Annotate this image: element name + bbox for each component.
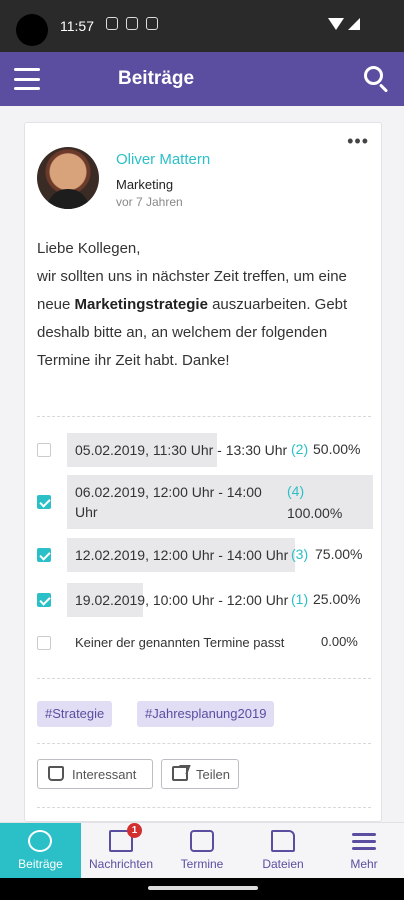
avatar[interactable] — [37, 147, 99, 209]
divider — [37, 743, 371, 744]
status-time: 11:57 — [60, 18, 94, 34]
divider — [37, 678, 371, 679]
calendar-icon — [190, 830, 214, 852]
gesture-area — [0, 878, 404, 900]
menu-icon — [352, 830, 376, 852]
poll-option-label: Keiner der genannten Termine passt — [75, 635, 285, 650]
app-bar: Beiträge — [0, 52, 404, 106]
poll-option[interactable]: 06.02.2019, 12:00 Uhr - 14:00 Uhr (4) 10… — [37, 473, 373, 531]
poll-option-percent: 0.00% — [321, 634, 358, 649]
nav-item-messages[interactable]: 1 Nachrichten — [81, 823, 161, 879]
wifi-icon — [328, 18, 344, 30]
share-button[interactable]: Teilen — [161, 759, 239, 789]
thumbs-up-icon — [48, 766, 64, 781]
status-right — [328, 18, 360, 30]
poll-option-count: (1) — [291, 591, 309, 607]
signal-icon — [348, 18, 360, 30]
nav-item-appointments[interactable]: Termine — [162, 823, 242, 879]
nav-item-more[interactable]: Mehr — [324, 823, 404, 879]
post-body: Liebe Kollegen, wir sollten uns in nächs… — [37, 235, 373, 375]
author-name[interactable]: Oliver Mattern — [116, 151, 210, 168]
home-gesture-bar[interactable] — [148, 886, 258, 890]
nav-label: Nachrichten — [88, 857, 154, 871]
poll-checkbox-checked[interactable] — [37, 495, 51, 509]
nav-label: Termine — [180, 857, 224, 871]
shield-icon — [126, 17, 138, 30]
tag-strategie[interactable]: #Strategie — [37, 701, 113, 727]
bottom-navigation: Beiträge 1 Nachrichten Termine Dateien M… — [0, 822, 404, 879]
poll-option[interactable]: 12.02.2019, 12:00 Uhr - 14:00 Uhr (3) 75… — [37, 536, 373, 574]
poll-option-percent: 50.00% — [313, 441, 361, 457]
poll-option-count: (3) — [291, 546, 309, 562]
camera-cutout — [16, 14, 48, 46]
divider — [37, 416, 371, 417]
status-bar: 11:57 — [0, 0, 404, 52]
page-title: Beiträge — [118, 68, 195, 89]
poll-option-label: 05.02.2019, 11:30 Uhr - 13:30 Uhr — [75, 442, 288, 458]
nav-item-posts[interactable]: Beiträge — [0, 823, 81, 879]
folder-icon — [271, 830, 295, 852]
poll-checkbox[interactable] — [37, 636, 51, 650]
post-card: ••• Oliver Mattern Marketing vor 7 Jahre… — [24, 122, 382, 822]
interesting-button[interactable]: Interessant — [37, 759, 153, 789]
nav-label: Mehr — [350, 857, 378, 871]
poll-checkbox-checked[interactable] — [37, 548, 51, 562]
post-highlight: Marketingstrategie — [74, 296, 208, 313]
poll-option[interactable]: 05.02.2019, 11:30 Uhr - 13:30 Uhr (2) 50… — [37, 431, 373, 467]
posts-icon — [28, 830, 52, 852]
poll-checkbox-checked[interactable] — [37, 593, 51, 607]
more-options-icon[interactable]: ••• — [347, 132, 369, 150]
poll-option-percent: 25.00% — [313, 591, 361, 607]
poll-option-percent: 75.00% — [315, 546, 363, 562]
post-timestamp: vor 7 Jahren — [116, 195, 183, 209]
poll-option-label: 19.02.2019, 10:00 Uhr - 12:00 Uhr — [75, 592, 289, 608]
poll-option[interactable]: Keiner der genannten Termine passt 0.00% — [37, 628, 373, 656]
notification-icons — [106, 17, 158, 30]
notification-icon — [106, 17, 118, 30]
poll-option-count: (2) — [291, 441, 309, 457]
app-icon — [146, 17, 158, 30]
nav-item-files[interactable]: Dateien — [243, 823, 323, 879]
poll-option-percent: 100.00% — [287, 505, 343, 521]
poll-option-label: 12.02.2019, 12:00 Uhr - 14:00 Uhr — [75, 547, 289, 563]
poll-option-count: (4) — [287, 483, 305, 499]
author-department: Marketing — [116, 177, 174, 192]
divider — [37, 807, 371, 808]
share-label: Teilen — [196, 767, 230, 782]
unread-badge: 1 — [127, 823, 142, 838]
post-greeting: Liebe Kollegen, — [37, 240, 141, 257]
tag-jahresplanung[interactable]: #Jahresplanung2019 — [137, 701, 275, 727]
nav-label: Beiträge — [18, 857, 63, 871]
poll-checkbox[interactable] — [37, 443, 51, 457]
poll-option[interactable]: 19.02.2019, 10:00 Uhr - 12:00 Uhr (1) 25… — [37, 581, 373, 619]
poll-option-label: 06.02.2019, 12:00 Uhr - 14:00 Uhr — [75, 484, 262, 520]
share-icon — [172, 766, 188, 781]
search-icon[interactable] — [364, 66, 390, 93]
interesting-label: Interessant — [72, 767, 137, 782]
nav-label: Dateien — [262, 857, 304, 871]
hamburger-menu-icon[interactable] — [14, 68, 40, 90]
